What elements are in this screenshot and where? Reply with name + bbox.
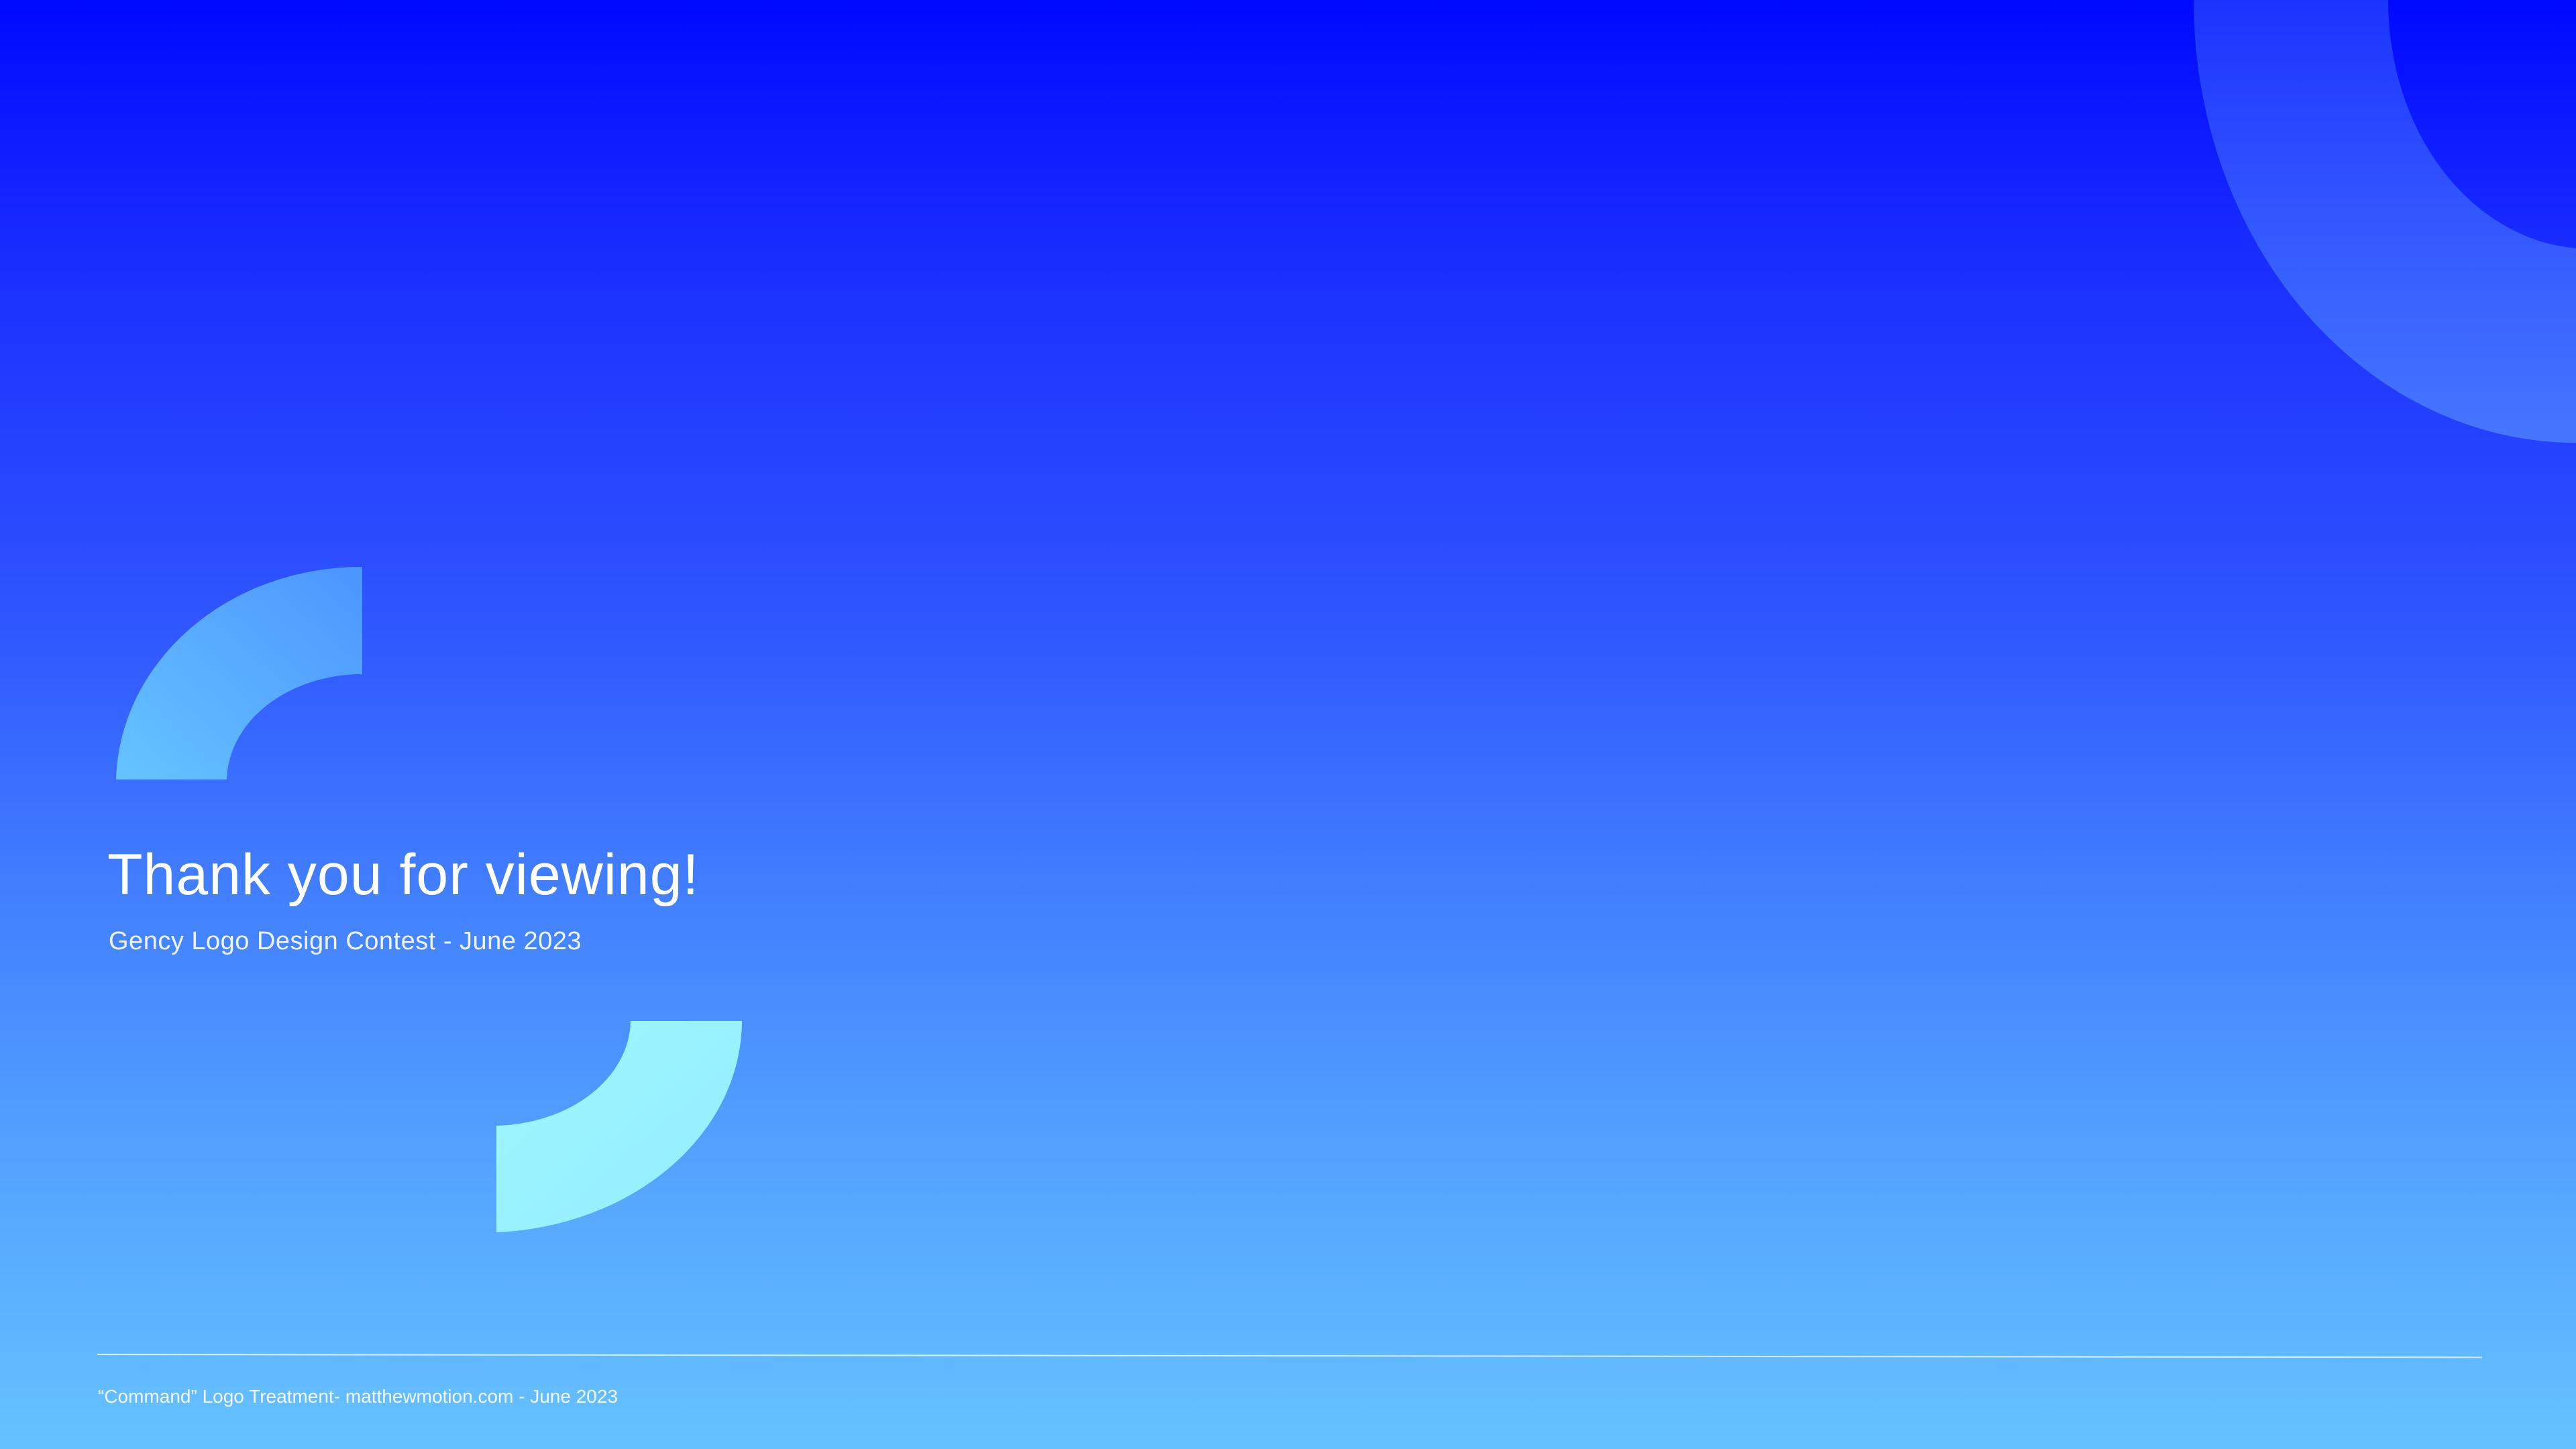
thank-you-title: Thank you for viewing!	[107, 843, 700, 907]
top-right-arc-shape	[2194, 0, 2576, 443]
slide: Thank you for viewing! Gency Logo Design…	[0, 0, 2576, 1449]
contest-subtitle: Gency Logo Design Contest - June 2023	[109, 927, 582, 955]
footer-divider	[97, 1354, 2482, 1358]
bottom-arc-shape	[496, 1021, 742, 1232]
left-arc-shape	[116, 566, 362, 780]
footer-credit: “Command” Logo Treatment- matthewmotion.…	[98, 1386, 619, 1407]
